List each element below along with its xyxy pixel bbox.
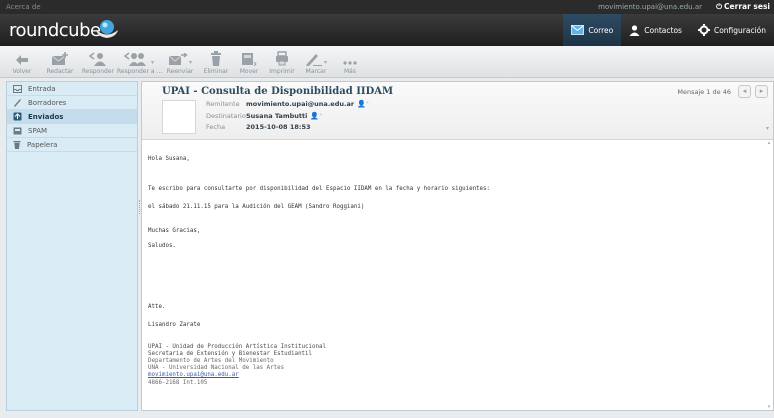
folder-drafts[interactable]: Borradores (7, 96, 137, 110)
back-button[interactable]: Volver (2, 49, 42, 75)
body-line: Atte. (148, 304, 166, 310)
contacts-icon (629, 24, 640, 36)
body-line: Lisandro Zarate (148, 322, 201, 328)
date-row: Fecha 2015-10-08 18:53 (206, 123, 311, 131)
prev-message-button[interactable]: ◂ (738, 85, 751, 98)
toolbar-label: Reenviar (166, 68, 194, 75)
message-view: UPAI - Consulta de Disponibilidad IIDAM … (141, 81, 774, 411)
compose-icon (51, 52, 68, 65)
folder-label: Entrada (28, 84, 56, 93)
logo-ball-icon (96, 20, 118, 38)
toolbar-label: Redactar (46, 68, 74, 75)
to-address[interactable]: Susana Tambutti (246, 112, 307, 120)
spam-icon (13, 127, 22, 134)
toolbar-label: Más (344, 68, 356, 75)
toolbar-label: Volver (12, 68, 32, 75)
print-icon (276, 51, 288, 66)
body-line: Muchas Gracias, (148, 228, 201, 234)
logout-button[interactable]: ⏻ Cerrar sesi (716, 2, 770, 12)
from-label: Remitente (206, 100, 240, 108)
folder-label: SPAM (28, 126, 48, 135)
signature-line: 4866-2168 Int.105 (148, 380, 208, 386)
toolbar-label: Responder a ... (117, 68, 163, 75)
nav-tab-label: Configuración (713, 25, 766, 35)
message-header: UPAI - Consulta de Disponibilidad IIDAM … (142, 82, 773, 140)
trash-icon (211, 51, 221, 66)
nav-tab-settings[interactable]: Configuración (690, 14, 774, 46)
next-message-button[interactable]: ▸ (755, 85, 768, 98)
from-row: Remitente movimiento.upai@una.edu.ar 👤⁺ (206, 100, 369, 108)
signature-line: UNA - Universidad Nacional de las Artes (148, 365, 285, 371)
message-date: 2015-10-08 18:53 (246, 123, 311, 131)
folder-list: Entrada Borradores Enviados SPAM Papeler… (6, 81, 138, 411)
scroll-up-icon[interactable]: ▴ (766, 140, 772, 146)
body-line: Hola Susana, (148, 156, 190, 162)
drafts-icon (14, 99, 21, 107)
sent-icon (13, 112, 22, 121)
body-line: el sábado 21.11.15 para la Audición del … (148, 204, 365, 210)
add-contact-icon[interactable]: 👤⁺ (357, 100, 369, 108)
folder-label: Enviados (28, 112, 64, 121)
email-link[interactable]: movimiento.upai@una.edu.ar (148, 372, 239, 378)
folder-trash[interactable]: Papelera (7, 138, 137, 152)
to-row: DestinatarioSusana Tambutti 👤⁺ (206, 112, 323, 120)
more-icon (343, 61, 357, 65)
logo[interactable]: roundcube (9, 20, 101, 41)
mail-icon (571, 25, 585, 35)
signature-line: Secretaria de Extensión y Bienestar Estu… (148, 351, 313, 357)
reply-all-icon (123, 52, 146, 66)
current-user: movimiento.upai@una.edu.ar (598, 3, 702, 11)
message-toolbar: Volver Redactar Responder ▾ Responder a … (0, 46, 774, 78)
folder-sent[interactable]: Enviados (7, 110, 137, 124)
header: roundcube Correo Contactos Configuración (0, 14, 774, 46)
reply-button[interactable]: Responder (78, 49, 118, 75)
reply-all-button[interactable]: ▾ Responder a ... (117, 49, 163, 75)
folder-inbox[interactable]: Entrada (7, 82, 137, 96)
scroll-down-icon[interactable]: ▾ (766, 404, 772, 410)
folder-label: Borradores (28, 98, 67, 107)
main-nav: Correo Contactos Configuración (563, 14, 774, 46)
reply-icon (89, 52, 106, 66)
message-body: Hola Susana, Te escribo para consultarte… (148, 152, 758, 408)
forward-icon (168, 53, 188, 65)
gear-icon (697, 24, 710, 36)
body-line: Saludos. (148, 243, 176, 249)
from-address[interactable]: movimiento.upai@una.edu.ar (246, 100, 354, 108)
nav-tab-mail[interactable]: Correo (563, 14, 622, 46)
back-arrow-icon (16, 55, 28, 65)
message-counter: Mensaje 1 de 46 (677, 88, 731, 96)
body-line: Te escribo para consultarte por disponib… (148, 186, 491, 192)
chevron-right-icon: ▸ (759, 87, 764, 95)
folder-label: Papelera (27, 140, 58, 149)
top-bar: Acerca de movimiento.upai@una.edu.ar ⏻ Ce… (0, 0, 774, 14)
about-link[interactable]: Acerca de (6, 3, 41, 11)
logout-label: Cerrar sesi (724, 2, 770, 11)
nav-tab-label: Correo (588, 25, 614, 35)
date-label: Fecha (206, 123, 226, 131)
nav-tab-contacts[interactable]: Contactos (621, 14, 690, 46)
sender-avatar (162, 100, 196, 134)
add-contact-icon[interactable]: 👤⁺ (310, 112, 322, 120)
signature-email-link[interactable]: movimiento.upai@una.edu.ar (148, 372, 239, 378)
more-button[interactable]: Más (330, 49, 370, 75)
power-icon: ⏻ (716, 2, 723, 11)
message-subject: UPAI - Consulta de Disponibilidad IIDAM (162, 86, 394, 97)
forward-button[interactable]: ▾ Reenviar (160, 49, 200, 75)
mark-icon (305, 54, 322, 66)
to-label: Destinatario (206, 112, 246, 120)
chevron-left-icon: ◂ (742, 87, 747, 95)
trash-icon (13, 141, 21, 149)
compose-button[interactable]: Redactar (40, 49, 80, 75)
toolbar-label: Responder (82, 68, 114, 75)
move-icon (242, 53, 257, 66)
signature-line: Departamento de Artes del Movimiento (148, 358, 274, 364)
inbox-icon (13, 84, 22, 93)
nav-tab-label: Contactos (644, 25, 682, 35)
message-scrollbar[interactable]: ▴ ▾ (766, 140, 772, 410)
collapse-headers-icon[interactable]: ▾ (766, 125, 769, 132)
signature-line: UPAI - Unidad de Producción Artística In… (148, 344, 326, 350)
folder-spam[interactable]: SPAM (7, 124, 137, 138)
